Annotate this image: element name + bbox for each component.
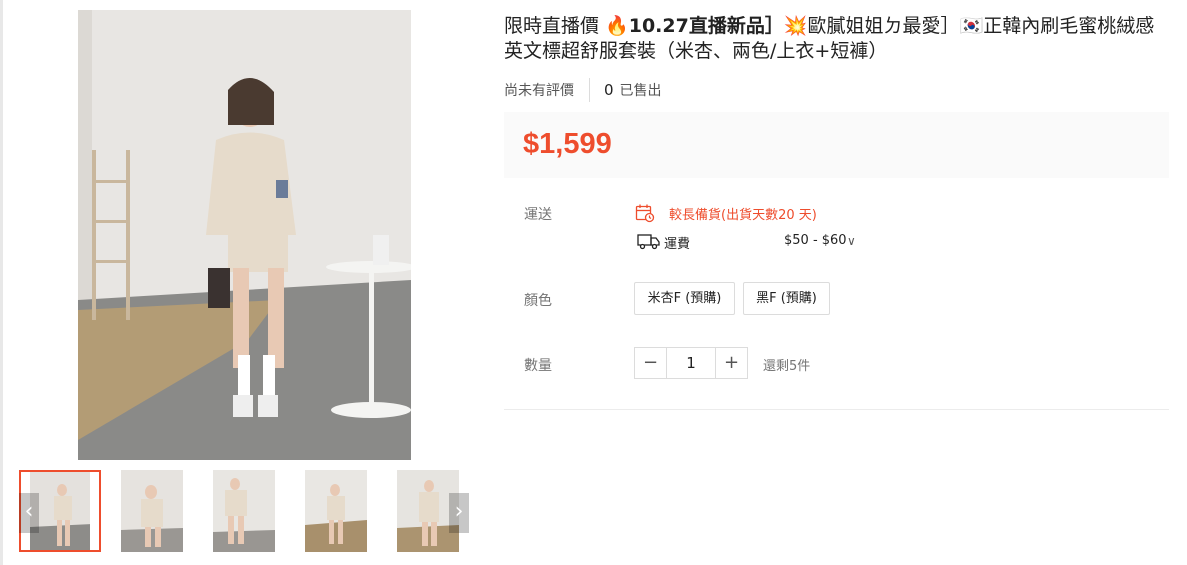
quantity-stepper: − 1 +: [634, 347, 748, 379]
color-label: 顏色: [524, 293, 552, 309]
section-divider: [504, 409, 1169, 410]
price-section: $1,599: [504, 112, 1169, 178]
title-part: 正韓內刷毛蜜桃絨感: [983, 15, 1155, 37]
variant-option-beige[interactable]: 米杏F (預購): [634, 282, 735, 315]
meta-divider: [589, 78, 590, 102]
thumbnail-gallery: ‹ ›: [19, 470, 471, 552]
shipping-fee-value[interactable]: $50 - $60: [784, 233, 847, 248]
rating-sold-row: 尚未有評價 0 已售出: [504, 78, 662, 102]
title-line-2: 英文標超舒服套裝（米杏、兩色/上衣+短褲）: [504, 40, 888, 62]
shipping-label: 運送: [524, 207, 552, 223]
quantity-decrease-button[interactable]: −: [635, 348, 666, 378]
quantity-label: 數量: [524, 358, 552, 374]
title-part: 限時直播價: [504, 15, 606, 37]
rating-text: 尚未有評價: [504, 83, 574, 99]
truck-icon: [637, 232, 661, 254]
thumbnail-4[interactable]: [295, 470, 377, 552]
thumbnail-2[interactable]: [111, 470, 193, 552]
explosion-icon: 💥: [783, 15, 808, 37]
thumbnail-3[interactable]: [203, 470, 285, 552]
chevron-down-icon[interactable]: ∨: [847, 234, 856, 248]
thumbnail-prev-button[interactable]: ‹: [19, 493, 39, 533]
product-title: 限時直播價 🔥10.27直播新品］💥歐膩姐姐ㄉ最愛］🇰🇷正韓內刷毛蜜桃絨感 英文…: [504, 14, 1174, 64]
korea-flag-icon: 🇰🇷: [959, 15, 984, 37]
title-part: 歐膩姐姐ㄉ最愛］: [807, 15, 960, 37]
main-product-image[interactable]: [78, 10, 411, 460]
sold-count: 0: [604, 81, 614, 99]
thumbnail-next-button[interactable]: ›: [449, 493, 469, 533]
left-edge-divider: [0, 0, 3, 565]
calendar-clock-icon: [635, 203, 655, 227]
variant-option-black[interactable]: 黑F (預購): [743, 282, 830, 315]
fire-icon: 🔥: [605, 15, 629, 37]
quantity-increase-button[interactable]: +: [716, 348, 747, 378]
sold-label: 已售出: [619, 83, 662, 99]
shipping-warning: 較長備貨(出貨天數20 天): [669, 208, 817, 223]
shipping-fee-label: 運費: [664, 237, 691, 252]
product-price: $1,599: [523, 128, 612, 160]
stock-remaining: 還剩5件: [763, 359, 811, 374]
title-part: 10.27直播新品］: [628, 15, 784, 37]
quantity-input[interactable]: 1: [666, 348, 716, 378]
